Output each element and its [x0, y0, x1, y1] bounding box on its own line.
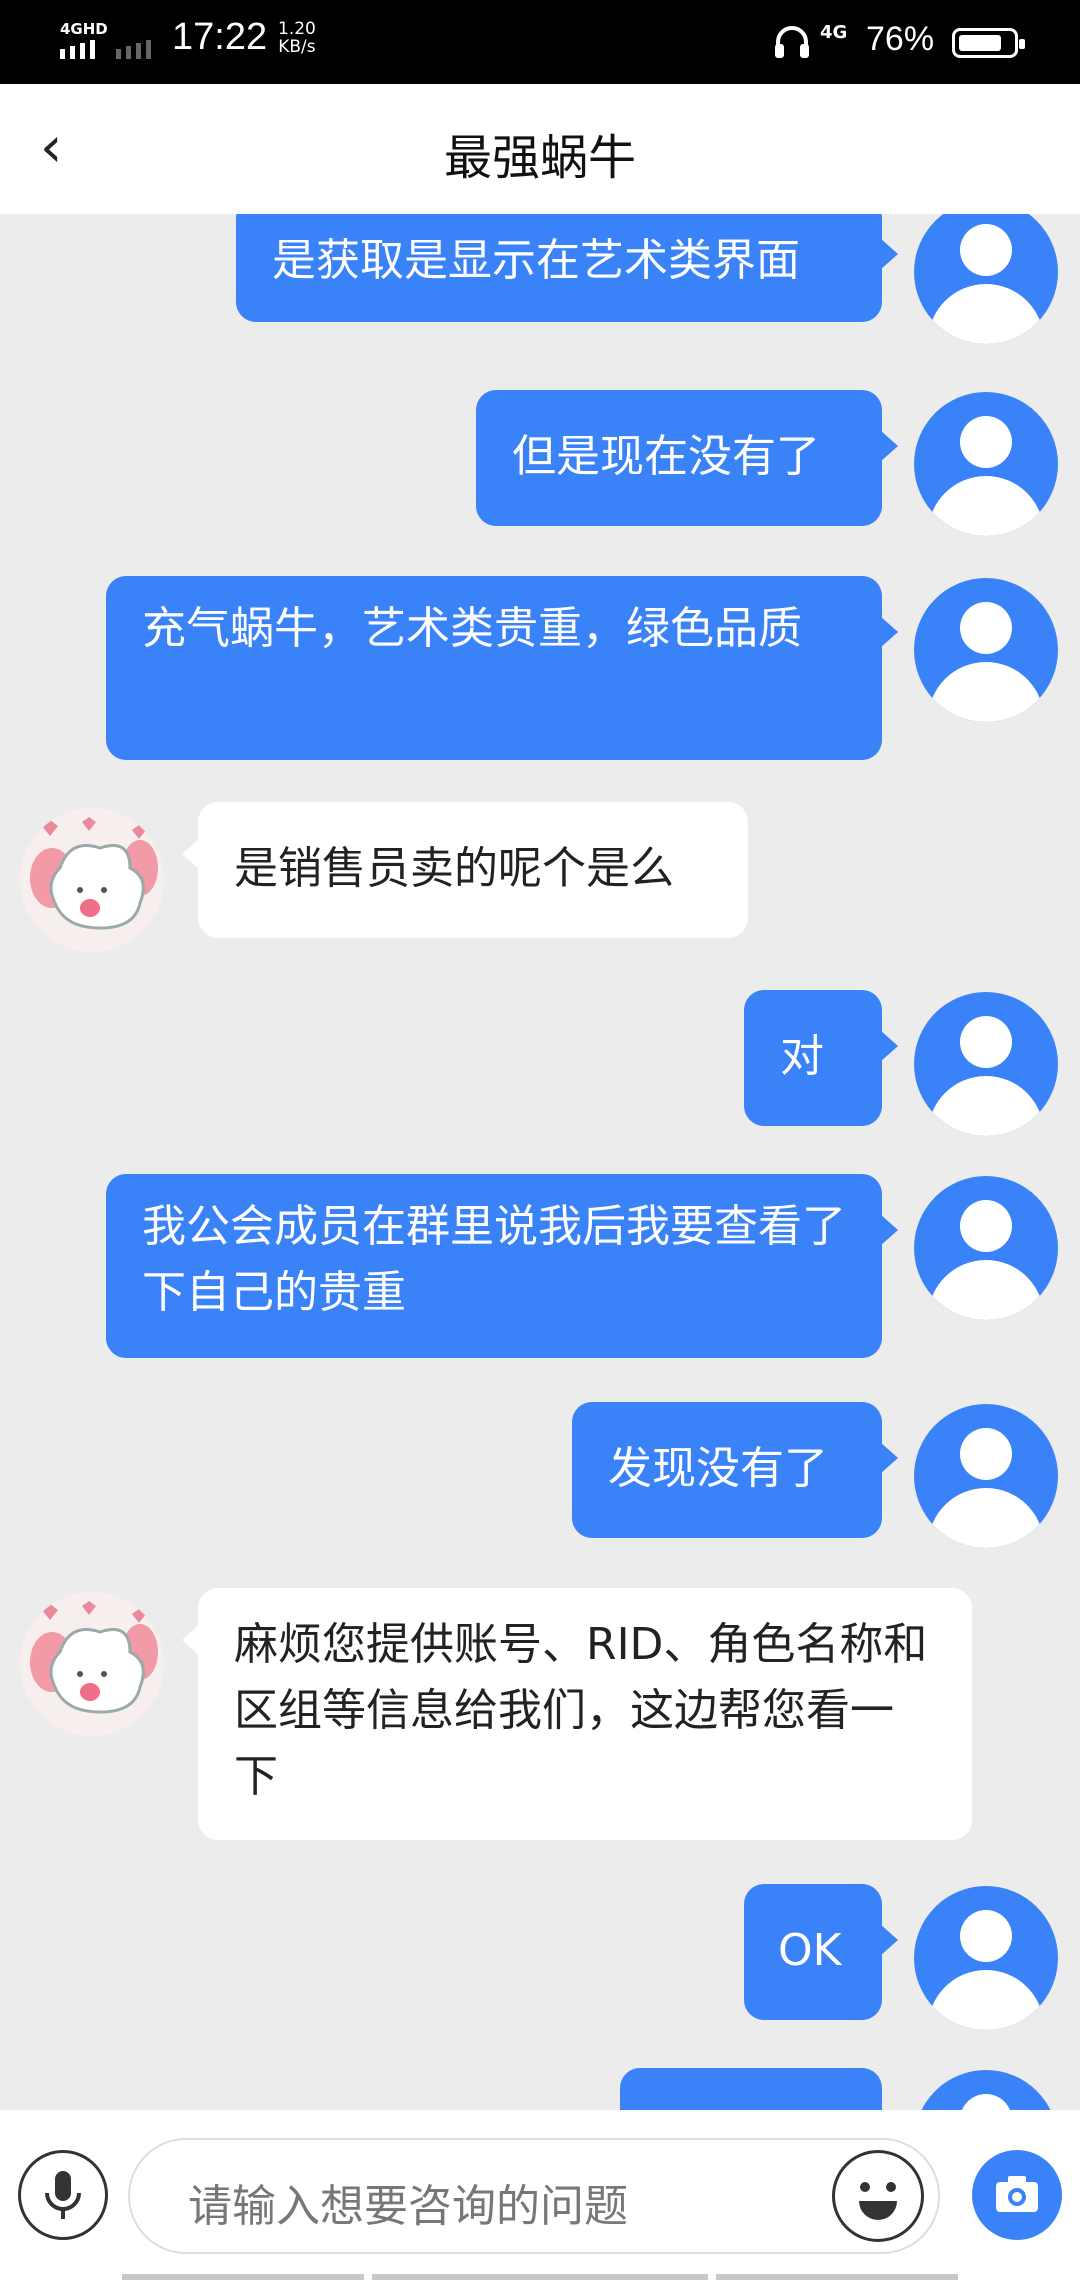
- message-input-placeholder: 请输入想要咨询的问题: [188, 2181, 628, 2232]
- mic-icon: [45, 2171, 81, 2219]
- input-bar: 请输入想要咨询的问题: [0, 2110, 1080, 2280]
- battery-percent: 76%: [866, 20, 935, 58]
- support-avatar[interactable]: [20, 1592, 164, 1736]
- message-bubble-sent: 发现没有了: [572, 1402, 898, 1538]
- message-input[interactable]: 请输入想要咨询的问题: [128, 2138, 940, 2254]
- user-avatar-icon[interactable]: [914, 578, 1058, 722]
- user-avatar-icon[interactable]: [914, 1404, 1058, 1548]
- headset-icon: [775, 26, 809, 58]
- user-avatar-icon[interactable]: [914, 392, 1058, 536]
- message-bubble-sent: 但是现在没有了: [476, 390, 898, 526]
- keyboard-hint-bar: [716, 2274, 958, 2280]
- signal-icon: 4GHD: [58, 20, 151, 60]
- keyboard-hint-bar: [122, 2274, 364, 2280]
- keyboard-hint-bar: [372, 2274, 708, 2280]
- message-bubble-sent-partial: [620, 2068, 898, 2110]
- network-type-2: 4G: [820, 22, 848, 43]
- camera-button[interactable]: [972, 2150, 1062, 2240]
- message-bubble-sent: 是获取是显示在艺术类界面: [236, 214, 898, 322]
- support-avatar[interactable]: [20, 808, 164, 952]
- speed-unit: KB/s: [278, 37, 316, 57]
- message-bubble-sent: OK: [744, 1884, 898, 2020]
- message-bubble-received: 麻烦您提供账号、RID、角色名称和区组等信息给我们，这边帮您看一下: [182, 1588, 972, 1840]
- speed-value: 1.20: [278, 19, 316, 39]
- emoji-icon: [859, 2182, 897, 2220]
- support-avatar-image: [20, 808, 164, 952]
- message-bubble-sent: 对: [744, 990, 898, 1126]
- network-type: 4GHD: [60, 20, 108, 38]
- user-avatar-icon[interactable]: [914, 1886, 1058, 2030]
- emoji-button[interactable]: [832, 2150, 924, 2242]
- user-avatar-icon[interactable]: [914, 2070, 1058, 2110]
- message-bubble-sent: 我公会成员在群里说我后我要查看了下自己的贵重: [106, 1174, 898, 1358]
- user-avatar-icon[interactable]: [914, 1176, 1058, 1320]
- user-avatar-icon[interactable]: [914, 992, 1058, 1136]
- battery-icon: [952, 28, 1025, 58]
- page-title: 最强蜗牛: [443, 130, 636, 186]
- chat-header: ‹ 最强蜗牛: [0, 84, 1080, 214]
- support-avatar-image: [20, 1592, 164, 1736]
- camera-icon: [996, 2176, 1038, 2212]
- clock: 17:22: [172, 16, 268, 58]
- message-bubble-sent: 充气蜗牛，艺术类贵重，绿色品质: [106, 576, 898, 760]
- mic-button[interactable]: [18, 2150, 108, 2240]
- status-bar: 4GHD 17:22 1.20 KB/s 4G 76%: [0, 0, 1080, 84]
- network-speed: 1.20 KB/s: [278, 20, 316, 56]
- message-bubble-received: 是销售员卖的呢个是么: [182, 802, 748, 938]
- user-avatar-icon[interactable]: [914, 214, 1058, 344]
- chat-message-list[interactable]: 是获取是显示在艺术类界面 但是现在没有了 充气蜗牛，艺术类贵重，绿色品质 是销售…: [0, 214, 1080, 2110]
